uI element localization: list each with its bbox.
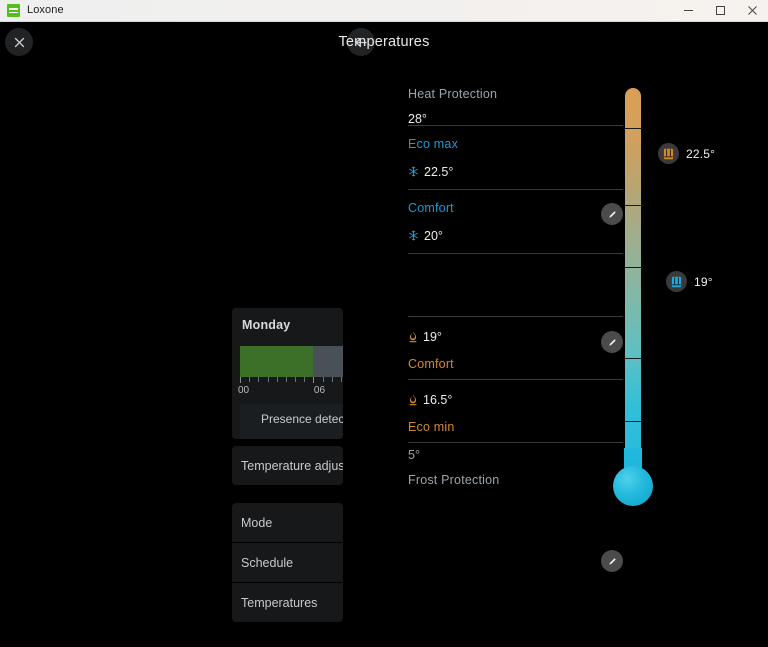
app-window: Loxone Temperatures Monday 00 06 Presenc…	[0, 0, 768, 647]
flame-icon	[408, 394, 418, 406]
day-schedule-graph[interactable]	[240, 346, 343, 377]
setpoint-row-comfort-warm[interactable]: 19° Comfort	[408, 317, 623, 572]
setpoint-label: Frost Protection	[408, 472, 500, 487]
thermometer-divider	[625, 421, 641, 422]
thermometer-stem	[625, 88, 641, 488]
tile-label: Mode	[241, 515, 273, 530]
thermometer-divider	[625, 358, 641, 359]
setpoint-value-wrap: 22.5°	[408, 164, 623, 179]
setpoint-label: Comfort	[408, 356, 454, 371]
setpoint-row-eco-min[interactable]: 16.5° Eco min	[408, 380, 623, 443]
badge-cooling-current: 19°	[666, 271, 713, 292]
radiator-cool-icon	[666, 271, 687, 292]
day-schedule-ticks	[240, 377, 343, 383]
day-card-title: Monday	[242, 318, 291, 332]
day-schedule-graph-fill	[240, 346, 313, 377]
setpoint-row-spacer	[408, 254, 623, 317]
window-title: Loxone	[27, 4, 64, 16]
axis-tick-label: 06	[313, 385, 326, 396]
day-schedule-card[interactable]: Monday 00 06 Presence detect	[232, 308, 343, 439]
minimize-button[interactable]	[672, 0, 704, 22]
setpoint-value: 5°	[408, 448, 420, 462]
thermometer-divider	[625, 205, 641, 206]
tile-mode[interactable]: Mode	[232, 503, 343, 542]
setpoint-value-wrap: 20°	[408, 228, 623, 243]
titlebar-left: Loxone	[0, 4, 672, 17]
tile-label: Temperatures	[241, 595, 318, 610]
window-titlebar: Loxone	[0, 0, 768, 22]
badge-value: 22.5°	[686, 146, 716, 161]
setpoint-label: Eco min	[408, 419, 455, 434]
thermometer-divider	[625, 128, 641, 129]
tile-label: Temperature adjust	[241, 458, 343, 473]
setpoint-value: 16.5°	[423, 393, 453, 407]
setpoint-value: 22.5°	[424, 164, 454, 179]
setpoint-value-wrap: 5°	[408, 449, 623, 462]
pencil-icon	[608, 557, 616, 565]
window-close-button[interactable]	[736, 0, 768, 22]
setpoint-row-heat-protection: Heat Protection 28°	[408, 84, 623, 126]
tile-temperatures[interactable]: Temperatures	[232, 583, 343, 622]
setpoint-value: 28°	[408, 111, 427, 126]
tile-label: Schedule	[241, 555, 294, 570]
badge-heating-current: 22.5°	[658, 143, 715, 164]
page-title: Temperatures	[338, 34, 430, 50]
thermometer-divider	[625, 267, 641, 268]
tile-temperature-adjust[interactable]: Temperature adjust	[232, 446, 343, 485]
tile-schedule[interactable]: Schedule	[232, 543, 343, 582]
loxone-logo-icon	[7, 4, 20, 17]
setpoint-value: 19°	[423, 330, 442, 344]
setpoint-label: Comfort	[408, 201, 454, 215]
edit-comfort-warm-button[interactable]	[601, 550, 623, 572]
radiator-warm-icon	[658, 143, 679, 164]
setpoint-value: 20°	[424, 228, 443, 243]
window-controls	[672, 0, 768, 22]
setpoint-value-wrap: 28°	[408, 111, 623, 126]
badge-value: 19°	[694, 274, 713, 289]
day-schedule-axis-labels: 00 06	[238, 385, 343, 397]
flame-icon	[408, 331, 418, 343]
setpoint-value-wrap: 19°	[408, 331, 623, 344]
presence-detect-label: Presence detect	[261, 412, 343, 426]
snowflake-icon	[408, 166, 419, 177]
maximize-button[interactable]	[704, 0, 736, 22]
snowflake-icon	[408, 230, 419, 241]
axis-tick-label: 00	[238, 385, 250, 396]
app-header: Temperatures	[0, 22, 768, 66]
setpoint-row-frost-protection: 5° Frost Protection	[408, 443, 623, 489]
setpoint-value-wrap: 16.5°	[408, 394, 623, 407]
setpoint-row-comfort-cool[interactable]: Comfort 20°	[408, 190, 623, 353]
setpoint-label: Eco max	[408, 137, 459, 151]
setpoint-label: Heat Protection	[408, 87, 498, 101]
thermometer-bulb	[613, 466, 653, 506]
left-panel: Monday 00 06 Presence detect Temperature …	[232, 308, 343, 622]
setpoint-list: Heat Protection 28° Eco max 22.5° Comfor…	[408, 84, 623, 572]
setpoint-row-eco-max[interactable]: Eco max 22.5°	[408, 126, 623, 225]
